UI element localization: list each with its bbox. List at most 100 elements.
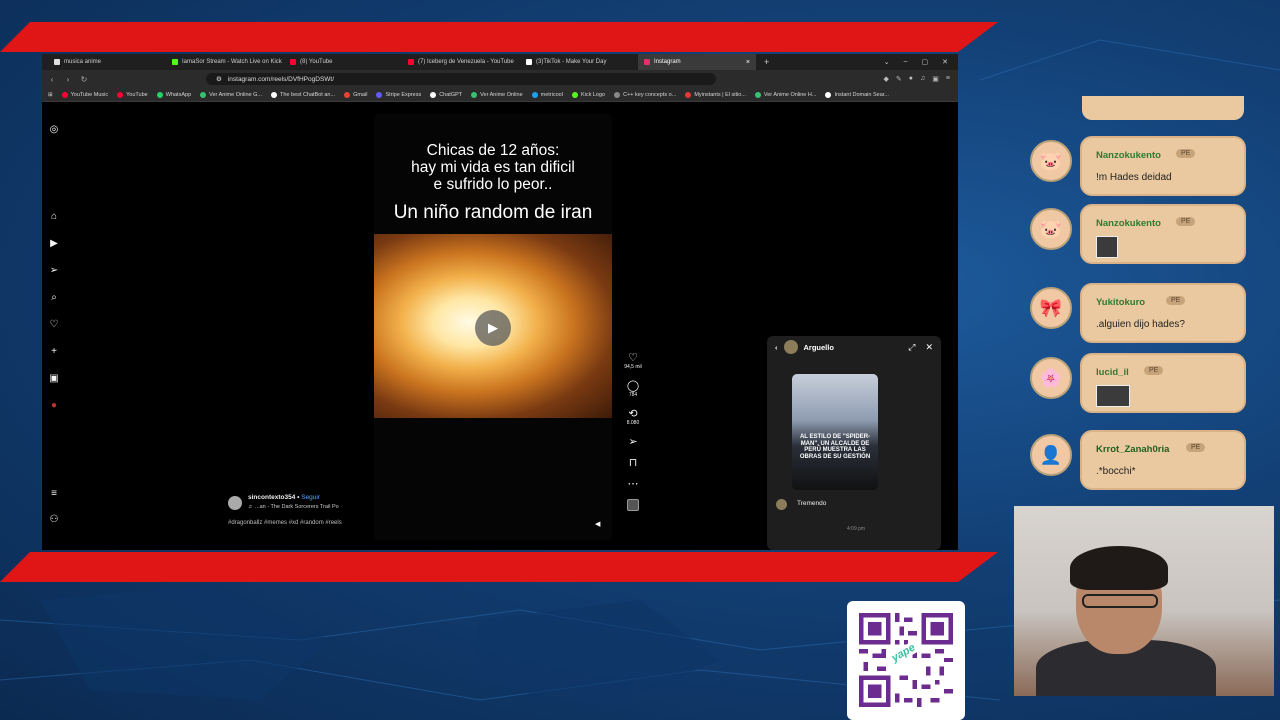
more-action[interactable]: ⋯	[622, 478, 644, 490]
bookmark-item[interactable]: YouTube Music	[61, 91, 108, 98]
reel-text-line: e sufrido lo peor..	[433, 176, 553, 193]
separator-dot: •	[297, 494, 300, 501]
extension-icon[interactable]: ●	[909, 75, 913, 83]
bookmark-label: Ver Anime Online G...	[209, 91, 263, 98]
dm-shared-post[interactable]: AL ESTILO DE "SPIDER-MAN", UN ALCALDE DE…	[792, 374, 878, 490]
bookmark-item[interactable]: Instant Domain Sear...	[825, 91, 889, 98]
reels-icon[interactable]: ▶	[48, 238, 60, 250]
chat-bubble: Krrot_Zanah0ria PE .*bocchi*	[1082, 432, 1244, 488]
browser-tab-active[interactable]: Instagram ×	[638, 54, 756, 70]
bookmark-item[interactable]: Stripe Express	[376, 91, 421, 98]
bookmark-favicon-icon	[156, 91, 163, 98]
chat-user-avatar: 🎀	[1030, 287, 1072, 329]
search-icon[interactable]: ⌕	[48, 292, 60, 304]
like-action[interactable]: ♡ 94,5 mil	[622, 352, 644, 371]
repost-action[interactable]: ⟲ 8.080	[622, 408, 644, 427]
bookmark-item[interactable]: WhatsApp	[156, 91, 192, 98]
reel-audio-info[interactable]: ♬ ...an - The Dark Sorcerers Trail Po	[248, 504, 339, 510]
streamer-hair	[1070, 546, 1168, 590]
bookmark-item[interactable]: The best ChatBot an...	[271, 91, 335, 98]
close-window-icon[interactable]: ✕	[942, 58, 948, 66]
audio-thumbnail[interactable]	[622, 499, 644, 511]
tab-label: IamaSor Stream - Watch Live on Kick	[182, 59, 282, 65]
browser-tab[interactable]: (3)TikTok - Make Your Day	[520, 54, 638, 70]
maximize-icon[interactable]: ▢	[922, 58, 929, 66]
close-icon[interactable]: ✕	[925, 342, 933, 353]
bookmark-label: ChatGPT	[439, 91, 463, 98]
tab-search-icon[interactable]: ⌄	[884, 58, 890, 66]
home-icon[interactable]: ⌂	[48, 211, 60, 223]
chat-message: 🎀 Yukitokuro PE .alguien dijo hades?	[1030, 285, 1246, 343]
extension-icon[interactable]: ♫	[920, 75, 925, 83]
address-bar: ‹ › ↻ ⚙ instagram.com/reels/DVfHPogDSWt/…	[42, 70, 958, 88]
mute-toggle-icon[interactable]: ◀	[595, 520, 600, 528]
chat-username: lucid_il	[1096, 367, 1129, 378]
browser-tab[interactable]: (8) YouTube	[284, 54, 402, 70]
browser-tab[interactable]: (7) Iceberg de Venezuela - YouTube	[402, 54, 520, 70]
bookmark-item[interactable]: Myinstants | El sitio...	[685, 91, 746, 98]
reload-icon[interactable]: ↻	[80, 75, 88, 84]
reel-hashtags[interactable]: #dragonballz #memes #xd #random #reels	[228, 520, 342, 526]
apps-icon[interactable]: ⊞	[48, 92, 53, 98]
browser-tab[interactable]: IamaSor Stream - Watch Live on Kick	[166, 54, 284, 70]
dm-contact-name[interactable]: Arguello	[804, 343, 834, 352]
expand-icon[interactable]: ⤢	[908, 342, 915, 353]
bookmark-item[interactable]: Kick Logo	[571, 91, 605, 98]
save-action[interactable]: ⊓	[622, 457, 644, 469]
bookmark-item[interactable]: Ver Anime Online G...	[200, 91, 263, 98]
tab-close-icon[interactable]: ×	[746, 59, 750, 66]
bookmark-item[interactable]: YouTube	[117, 91, 148, 98]
browser-tab[interactable]: musica anime	[48, 54, 166, 70]
comment-action[interactable]: ◯ 784	[622, 380, 644, 399]
author-avatar[interactable]	[228, 496, 242, 510]
profile-avatar-icon[interactable]: ●	[48, 400, 60, 412]
play-button[interactable]: ▶	[475, 310, 511, 346]
more-menu-icon[interactable]: ≡	[48, 488, 60, 500]
forward-icon[interactable]: ›	[64, 75, 72, 84]
bookmark-item[interactable]: Ver Anime Online	[471, 91, 523, 98]
follow-button[interactable]: Seguir	[301, 494, 320, 501]
chat-text: .*bocchi*	[1096, 466, 1136, 477]
dashboard-icon[interactable]: ▣	[48, 373, 60, 385]
bookmark-item[interactable]: metricool	[531, 91, 563, 98]
menu-icon[interactable]: ≡	[946, 75, 950, 83]
chat-message: 🐷 Nanzokukento PE !m Hades deidad	[1030, 138, 1246, 196]
reel-text-highlight: Un niño random de iran	[393, 202, 593, 223]
back-icon[interactable]: ‹	[48, 75, 56, 84]
repost-count: 8.080	[626, 420, 640, 426]
bookmark-favicon-icon	[271, 91, 278, 98]
bookmark-item[interactable]: Gmail	[344, 91, 367, 98]
explore-icon[interactable]: ➢	[48, 265, 60, 277]
bookmark-item[interactable]: ChatGPT	[430, 91, 463, 98]
extension-icon[interactable]: ▣	[932, 75, 939, 83]
tab-favicon-icon	[290, 59, 296, 65]
chat-user-avatar: 🐷	[1030, 208, 1072, 250]
tab-favicon-icon	[172, 59, 178, 65]
dm-back-icon[interactable]: ‹	[775, 343, 778, 352]
bookmark-item[interactable]: Ver Anime Online H...	[754, 91, 816, 98]
url-field[interactable]: ⚙ instagram.com/reels/DVfHPogDSWt/	[206, 73, 716, 85]
tab-label: (7) Iceberg de Venezuela - YouTube	[418, 59, 514, 65]
notifications-heart-icon[interactable]: ♡	[48, 319, 60, 331]
chat-country-badge: PE	[1176, 217, 1196, 226]
chat-message: 🌸 lucid_il PE	[1030, 355, 1246, 413]
author-username[interactable]: sincontexto354	[248, 494, 295, 501]
instagram-page: ◎ ⌂ ▶ ➢ ⌕ ♡ + ▣ ● ≡ ⚇ Chicas de 12 años:…	[42, 102, 958, 550]
brave-shield-icon[interactable]: ◆	[884, 75, 889, 83]
create-icon[interactable]: +	[48, 346, 60, 358]
new-tab-button[interactable]: +	[756, 57, 777, 67]
site-info-icon[interactable]: ⚙	[216, 75, 222, 83]
meta-threads-icon[interactable]: ⚇	[48, 514, 60, 526]
dm-contact-avatar[interactable]	[783, 340, 798, 354]
minimize-icon[interactable]: –	[904, 58, 908, 66]
bookmark-item[interactable]: C++ key concepts o...	[614, 91, 676, 98]
chat-emote-image	[1096, 236, 1118, 258]
bookmark-label: WhatsApp	[165, 91, 192, 98]
chat-text: .alguien dijo hades?	[1096, 319, 1185, 330]
donation-qr-card: yape	[847, 601, 965, 720]
extension-icon[interactable]: ✎	[896, 75, 902, 83]
reel-video[interactable]: Chicas de 12 años: hay mi vida es tan di…	[374, 114, 612, 540]
more-options-icon: ⋯	[627, 478, 639, 490]
share-action[interactable]: ➢	[622, 436, 644, 448]
instagram-logo-icon[interactable]: ◎	[48, 124, 60, 136]
